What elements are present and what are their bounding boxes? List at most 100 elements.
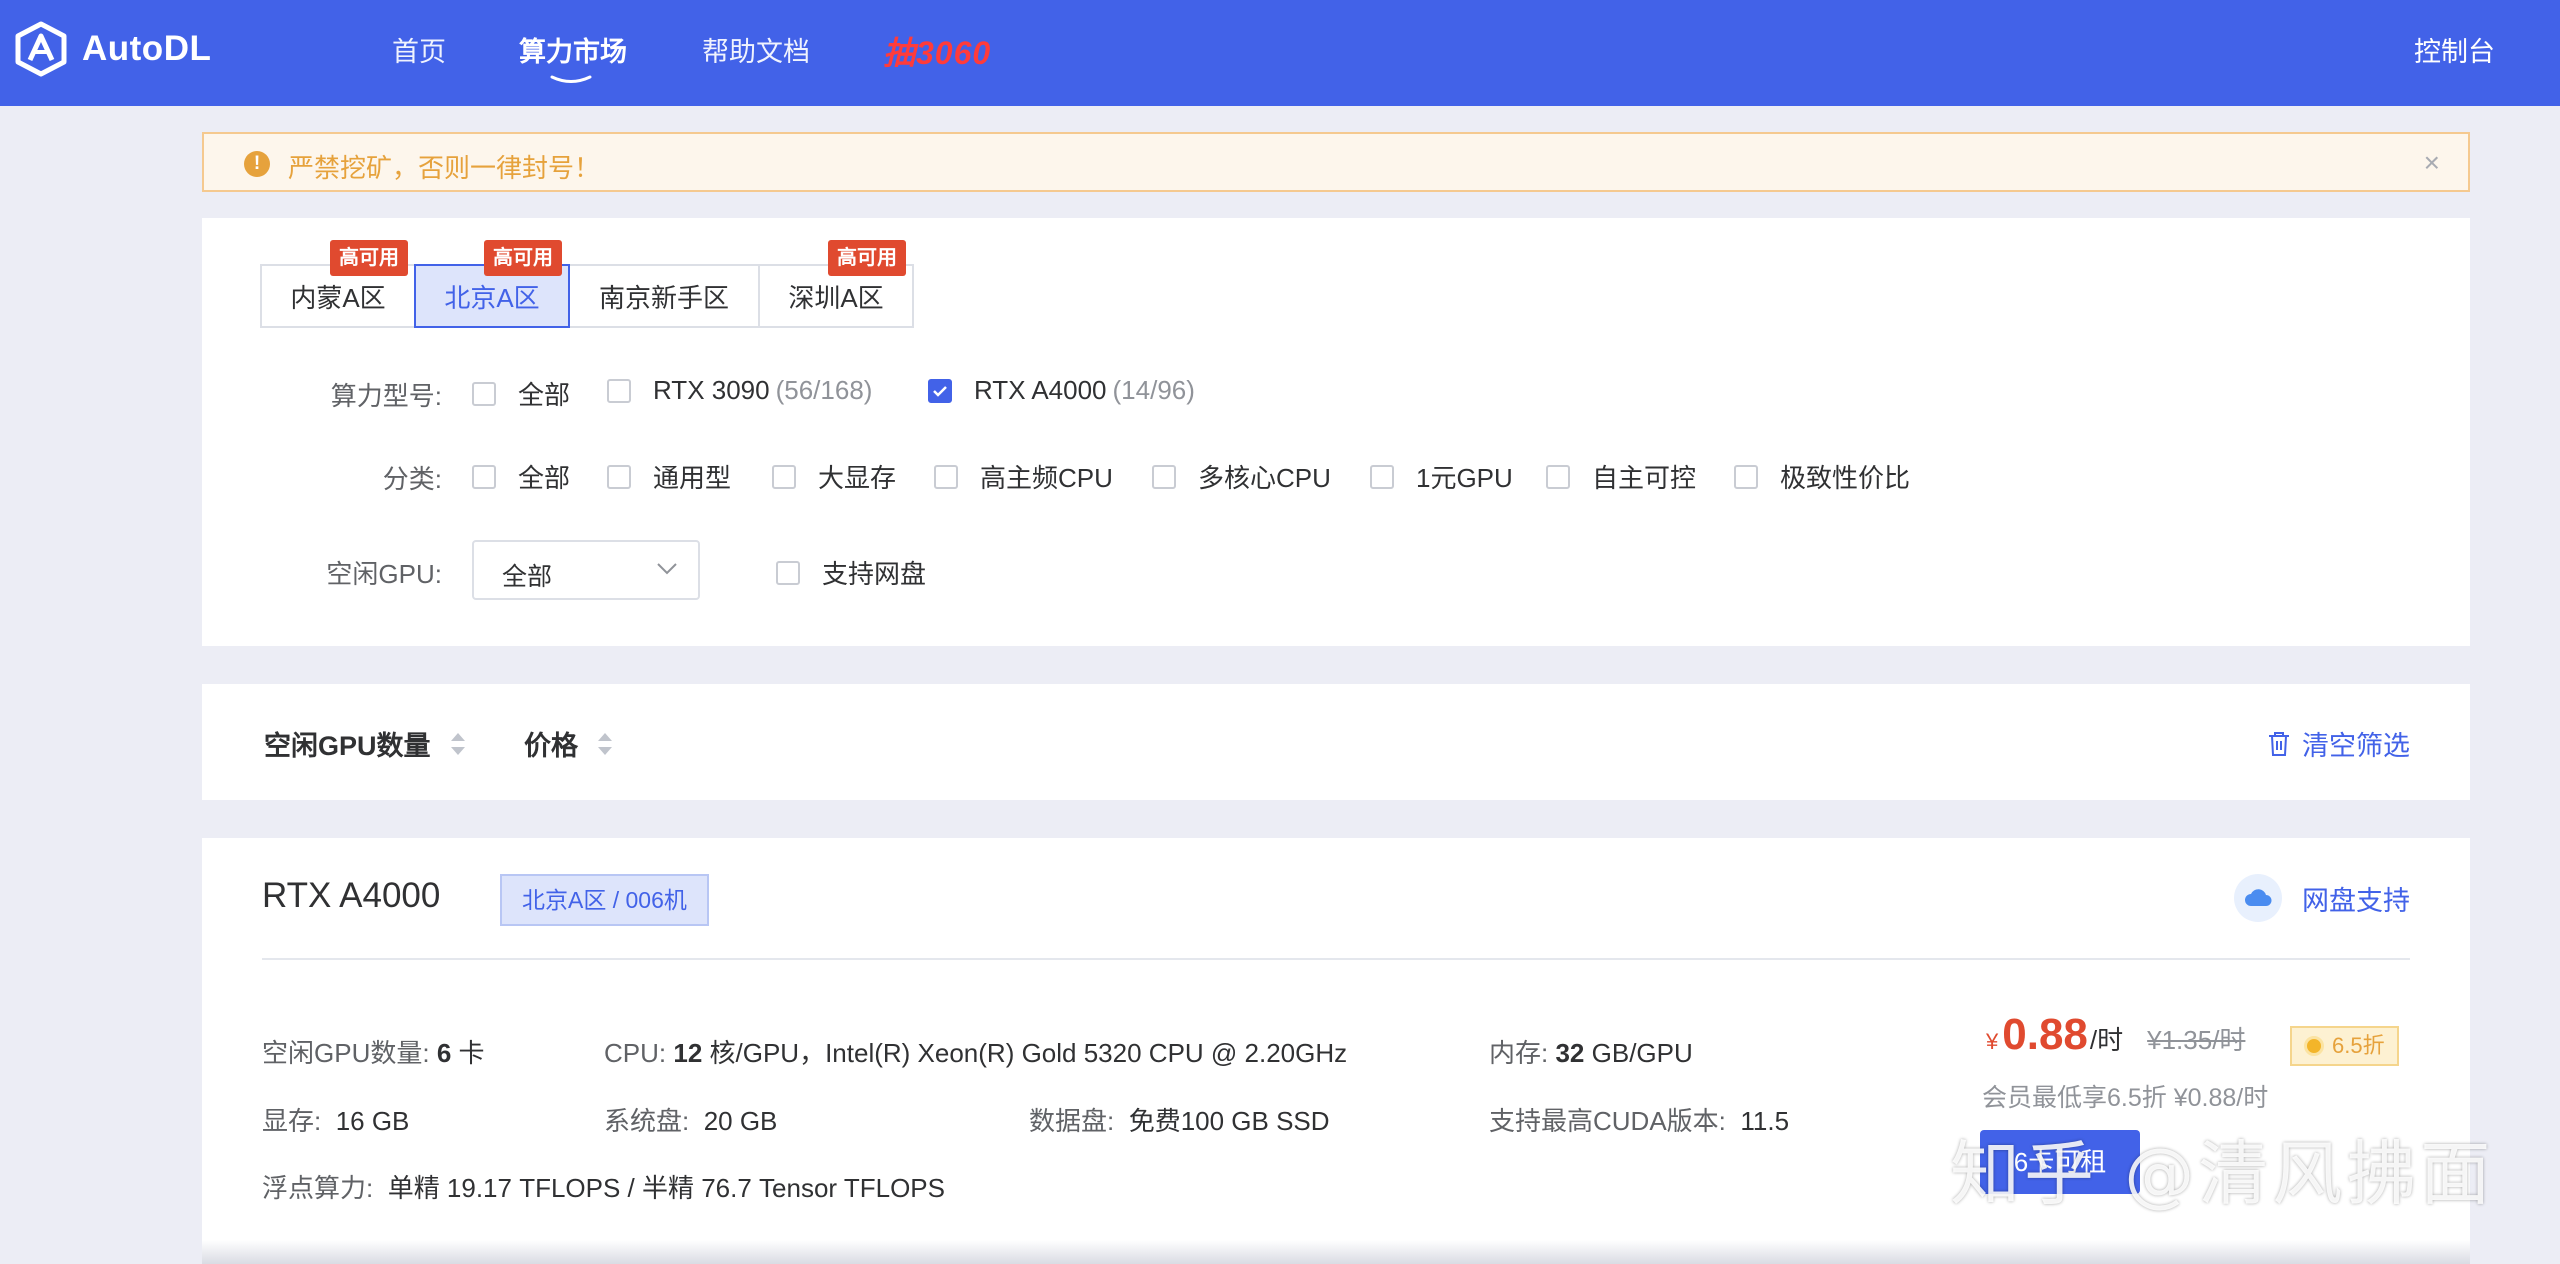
gpu-type-label: 算力型号: <box>330 381 442 411</box>
idle-gpu-select[interactable]: 全部 <box>472 540 700 600</box>
spec-vram: 显存: 16 GB <box>262 1106 410 1136</box>
checkbox-label: 多核心CPU <box>1198 463 1331 493</box>
checkbox-label: 全部 <box>518 380 571 410</box>
clear-filters-button[interactable]: 清空筛选 <box>2266 724 2410 763</box>
gpu-type-all-checkbox[interactable]: 全部 <box>472 375 570 412</box>
region-label: 南京新手区 <box>598 282 729 313</box>
gpu-type-rtxa4000-checkbox[interactable]: RTX A4000 (14/96) <box>928 375 1195 406</box>
checkbox-box[interactable] <box>472 464 496 489</box>
close-icon[interactable]: × <box>2424 147 2440 179</box>
spec-cpu: CPU: 12 核/GPU，Intel(R) Xeon(R) Gold 5320… <box>604 1038 1348 1068</box>
checkbox-label: 全部 <box>518 463 571 493</box>
sort-arrows-icon[interactable] <box>598 732 612 755</box>
high-availability-badge: 高可用 <box>484 240 562 276</box>
category-best-value-checkbox[interactable]: 极致性价比 <box>1734 458 1910 495</box>
check-icon <box>933 385 947 397</box>
nav-compute-market[interactable]: 算力市场 <box>519 30 627 69</box>
next-card-shadow <box>202 1240 2470 1264</box>
autodl-logo-icon <box>15 21 67 77</box>
sort-price[interactable]: 价格 <box>524 724 612 763</box>
member-price-note: 会员最低享6.5折 ¥0.88/时 <box>1982 1084 2269 1112</box>
region-label: 深圳A区 <box>788 282 884 313</box>
region-tabs: 高可用 内蒙A区 高可用 北京A区 南京新手区 高可用 深圳A区 <box>260 240 914 328</box>
price-current: 0.88 <box>2002 1010 2088 1059</box>
category-general-checkbox[interactable]: 通用型 <box>607 458 731 495</box>
checkbox-box[interactable] <box>1370 464 1394 489</box>
spec-idle-gpu: 空闲GPU数量: 6 卡 <box>262 1038 485 1068</box>
nav-help-docs[interactable]: 帮助文档 <box>702 30 810 69</box>
netdisk-support-checkbox[interactable]: 支持网盘 <box>776 554 926 591</box>
checkbox-box[interactable] <box>607 464 631 489</box>
region-tab-shenzhen-a[interactable]: 高可用 深圳A区 <box>758 240 914 328</box>
high-availability-badge: 高可用 <box>828 240 906 276</box>
checkbox-box-checked[interactable] <box>928 378 952 403</box>
nav-active-indicator <box>550 75 592 83</box>
select-value: 全部 <box>502 563 553 591</box>
gpu-model-title: RTX A4000 <box>262 876 441 915</box>
checkbox-label: 支持网盘 <box>822 559 927 589</box>
spec-data-disk: 数据盘: 免费100 GB SSD <box>1029 1106 1330 1136</box>
sort-arrows-icon[interactable] <box>450 732 465 755</box>
idle-gpu-label: 空闲GPU: <box>326 559 442 589</box>
region-tab-nanjing-novice[interactable]: 南京新手区 <box>568 264 760 328</box>
nav-console[interactable]: 控制台 <box>2414 30 2495 69</box>
filter-panel: 高可用 内蒙A区 高可用 北京A区 南京新手区 高可用 深圳A区 算力型号: 全… <box>202 218 2470 646</box>
warning-icon: ! <box>244 151 270 177</box>
sort-idle-gpu[interactable]: 空闲GPU数量 <box>264 724 465 763</box>
checkbox-label: 1元GPU <box>1416 463 1513 493</box>
sort-label: 价格 <box>524 731 578 761</box>
category-1yuan-gpu-checkbox[interactable]: 1元GPU <box>1370 458 1513 495</box>
sort-label: 空闲GPU数量 <box>264 731 431 761</box>
discount-badge: 6.5折 <box>2290 1026 2399 1066</box>
region-tab-beijing-a[interactable]: 高可用 北京A区 <box>414 240 570 328</box>
checkbox-label: 自主可控 <box>1592 463 1697 493</box>
checkbox-label: 高主频CPU <box>980 463 1113 493</box>
category-all-checkbox[interactable]: 全部 <box>472 458 570 495</box>
coin-icon <box>2304 1036 2324 1056</box>
category-high-freq-cpu-checkbox[interactable]: 高主频CPU <box>934 458 1113 495</box>
spec-flops: 浮点算力: 单精 19.17 TFLOPS / 半精 76.7 Tensor T… <box>262 1173 945 1203</box>
clear-filters-label: 清空筛选 <box>2302 731 2410 761</box>
category-multi-core-cpu-checkbox[interactable]: 多核心CPU <box>1152 458 1331 495</box>
cloud-icon <box>2234 874 2282 922</box>
region-label: 内蒙A区 <box>290 282 386 313</box>
checkbox-box[interactable] <box>934 464 958 489</box>
top-navbar: AutoDL 首页 算力市场 帮助文档 抽3060 控制台 <box>0 0 2560 106</box>
watermark: 知乎 @清风拂面 <box>1950 1133 2495 1215</box>
discount-label: 6.5折 <box>2332 1033 2385 1058</box>
price-original: ¥1.35/时 <box>2147 1025 2246 1055</box>
nav-home[interactable]: 首页 <box>392 30 446 69</box>
category-large-vram-checkbox[interactable]: 大显存 <box>772 458 896 495</box>
alert-text: 严禁挖矿，否则一律封号！ <box>288 153 601 183</box>
divider <box>262 958 2410 960</box>
spec-system-disk: 系统盘: 20 GB <box>604 1106 778 1136</box>
category-label: 分类: <box>382 464 442 494</box>
logo[interactable]: AutoDL <box>12 20 211 78</box>
availability-count: (56/168) <box>775 375 873 405</box>
availability-count: (14/96) <box>1112 375 1195 405</box>
checkbox-label: RTX 3090 <box>653 375 770 405</box>
region-label: 北京A区 <box>444 282 540 313</box>
logo-text: AutoDL <box>82 29 212 68</box>
region-tab-neimeng-a[interactable]: 高可用 内蒙A区 <box>260 240 416 328</box>
spec-cuda-version: 支持最高CUDA版本: 11.5 <box>1489 1106 1790 1136</box>
spec-memory: 内存: 32 GB/GPU <box>1489 1038 1693 1068</box>
currency-symbol: ¥ <box>1986 1029 1999 1054</box>
gpu-type-rtx3090-checkbox[interactable]: RTX 3090 (56/168) <box>607 375 872 406</box>
sort-bar: 空闲GPU数量 价格 清空筛选 <box>202 684 2470 800</box>
warning-alert: ! 严禁挖矿，否则一律封号！ × <box>202 132 2470 192</box>
checkbox-box[interactable] <box>1152 464 1176 489</box>
checkbox-box[interactable] <box>772 464 796 489</box>
price-unit: /时 <box>2089 1025 2124 1055</box>
checkbox-label: 大显存 <box>818 463 897 493</box>
checkbox-box[interactable] <box>1734 464 1758 489</box>
nav-promo-lottery[interactable]: 抽3060 <box>883 28 991 74</box>
netdisk-label: 网盘支持 <box>2302 885 2410 916</box>
checkbox-box[interactable] <box>1546 464 1570 489</box>
checkbox-box[interactable] <box>607 378 631 403</box>
checkbox-box[interactable] <box>776 560 800 585</box>
zone-machine-tag: 北京A区 / 006机 <box>500 874 709 926</box>
category-self-controllable-checkbox[interactable]: 自主可控 <box>1546 458 1696 495</box>
trash-icon <box>2269 731 2289 756</box>
checkbox-box[interactable] <box>472 381 496 406</box>
